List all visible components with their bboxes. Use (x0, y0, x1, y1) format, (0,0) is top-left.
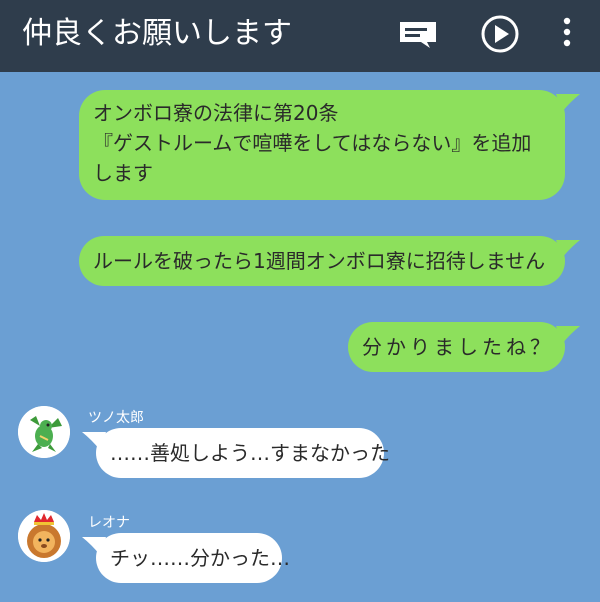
play-circle-icon[interactable] (478, 12, 522, 56)
message-line: ルールを破ったら1週間オンボロ寮に招待しません (93, 249, 546, 273)
message-line: 『ゲストルームで喧嘩をしてはならない』を追加 (93, 131, 532, 155)
bubble-tail (556, 326, 580, 344)
message-line: 分かりましたね？ (362, 335, 554, 359)
outgoing-message-bubble[interactable]: ルールを破ったら1週間オンボロ寮に招待しません (79, 236, 565, 286)
sender-name: ツノ太郎 (88, 410, 144, 426)
more-vertical-icon[interactable] (550, 12, 584, 56)
outgoing-message-bubble[interactable]: オンボロ寮の法律に第20条 『ゲストルームで喧嘩をしてはならない』を追加 します (79, 90, 565, 200)
message-line: します (93, 161, 153, 185)
avatar[interactable] (18, 510, 70, 562)
chat-header: 仲良くお願いします (0, 0, 600, 72)
outgoing-message-bubble[interactable]: 分かりましたね？ (348, 322, 565, 372)
green-dragon-icon (18, 406, 70, 458)
sender-name: レオナ (88, 515, 130, 531)
message-line: オンボロ寮の法律に第20条 (93, 101, 339, 125)
bubble-tail (556, 240, 580, 258)
incoming-message-bubble[interactable]: チッ……分かった… (96, 533, 290, 583)
crowned-lion-icon (18, 510, 70, 562)
chat-room-title: 仲良くお願いします (22, 16, 292, 51)
message-line: ……善処しよう…すまなかった (110, 441, 390, 465)
bubble-tail (556, 94, 580, 112)
message-line: チッ……分かった… (110, 546, 290, 570)
avatar[interactable] (18, 406, 70, 458)
bubble-tail (82, 537, 106, 555)
list-icon[interactable] (396, 12, 440, 56)
incoming-message-bubble[interactable]: ……善処しよう…すまなかった (96, 428, 390, 478)
bubble-tail (82, 432, 106, 450)
